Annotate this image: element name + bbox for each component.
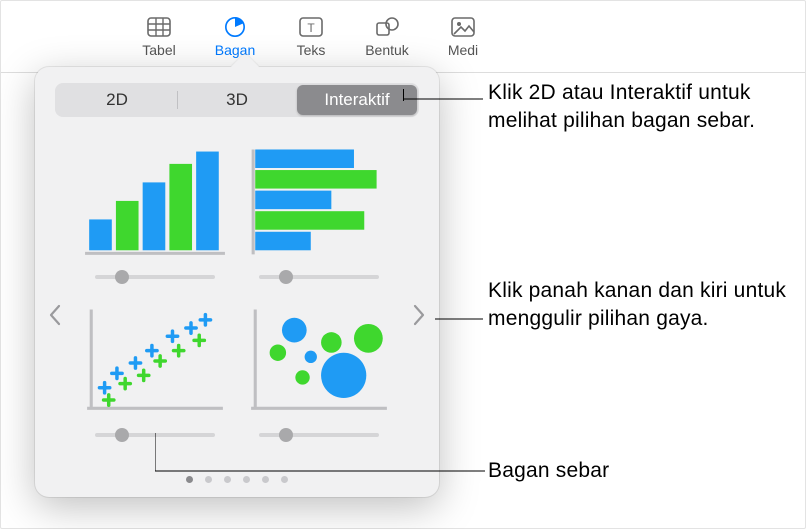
toolbar-label: Bentuk bbox=[365, 42, 409, 58]
segment-interaktif[interactable]: Interaktif bbox=[297, 85, 417, 115]
toolbar-bentuk-button[interactable]: Bentuk bbox=[357, 16, 417, 58]
chart-option-bubble[interactable] bbox=[247, 303, 391, 439]
svg-text:T: T bbox=[307, 21, 315, 35]
segment-3d[interactable]: 3D bbox=[177, 85, 297, 115]
chart-style-grid bbox=[83, 145, 391, 439]
toolbar-tabel-button[interactable]: Tabel bbox=[129, 16, 189, 58]
table-icon bbox=[146, 16, 172, 38]
pie-chart-icon bbox=[222, 16, 248, 38]
toolbar-label: Medi bbox=[448, 42, 478, 58]
image-icon bbox=[450, 16, 476, 38]
toolbar-label: Bagan bbox=[215, 42, 255, 58]
page-indicator[interactable] bbox=[35, 476, 439, 483]
toolbar-media-button[interactable]: Medi bbox=[433, 16, 493, 58]
style-slider[interactable] bbox=[259, 273, 379, 281]
page-dot[interactable] bbox=[243, 476, 250, 483]
page-dot[interactable] bbox=[262, 476, 269, 483]
previous-style-arrow[interactable] bbox=[45, 303, 65, 331]
callout-arrows: Klik panah kanan dan kiri untuk mengguli… bbox=[488, 277, 788, 334]
bubble-chart-icon bbox=[247, 303, 391, 421]
page-dot[interactable] bbox=[205, 476, 212, 483]
toolbar-label: Tabel bbox=[142, 42, 175, 58]
toolbar-bagan-button[interactable]: Bagan bbox=[205, 16, 265, 58]
text-icon: T bbox=[298, 16, 324, 38]
chart-option-scatter[interactable] bbox=[83, 303, 227, 439]
chart-option-bar[interactable] bbox=[247, 145, 391, 281]
chart-type-segmented-control: 2D 3D Interaktif bbox=[55, 83, 419, 117]
callout-scatter: Bagan sebar bbox=[488, 457, 609, 485]
chart-option-column[interactable] bbox=[83, 145, 227, 281]
chevron-right-icon bbox=[412, 304, 426, 331]
bar-chart-icon bbox=[247, 145, 391, 263]
page-dot[interactable] bbox=[186, 476, 193, 483]
style-slider[interactable] bbox=[95, 273, 215, 281]
chevron-left-icon bbox=[48, 304, 62, 331]
column-chart-icon bbox=[83, 145, 227, 263]
main-toolbar: Tabel Bagan T Teks Bentuk Medi bbox=[1, 1, 805, 73]
shapes-icon bbox=[374, 16, 400, 38]
toolbar-teks-button[interactable]: T Teks bbox=[281, 16, 341, 58]
callout-segments: Klik 2D atau Interaktif untuk melihat pi… bbox=[488, 79, 788, 136]
scatter-chart-icon bbox=[83, 303, 227, 421]
toolbar-label: Teks bbox=[297, 42, 326, 58]
page-dot[interactable] bbox=[224, 476, 231, 483]
page-dot[interactable] bbox=[281, 476, 288, 483]
segment-2d[interactable]: 2D bbox=[57, 85, 177, 115]
next-style-arrow[interactable] bbox=[409, 303, 429, 331]
